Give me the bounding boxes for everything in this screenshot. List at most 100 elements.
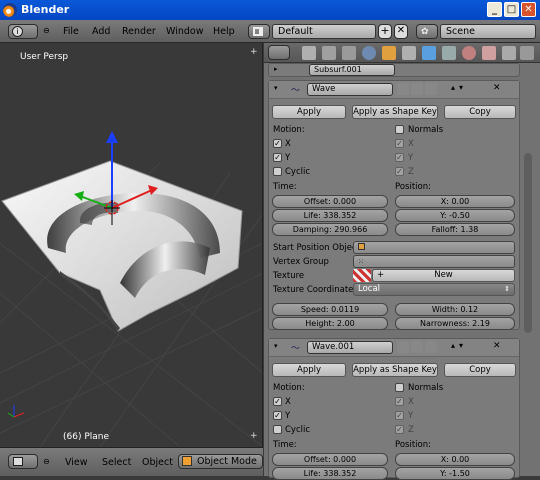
blender-logo-icon — [3, 3, 17, 17]
wave001-name-field[interactable]: Wave.001 — [307, 341, 393, 354]
speed-field[interactable]: Speed: 0.0119 — [272, 303, 388, 316]
damping-field[interactable]: Damping: 290.966 — [272, 223, 388, 236]
view-menu[interactable]: View — [65, 457, 88, 468]
normals-label: Normals — [408, 125, 444, 135]
expand-arrow-icon[interactable]: ▸ — [274, 65, 278, 73]
dropdown-arrows-icon: ⇕ — [504, 285, 510, 293]
visibility-toggle-icon[interactable] — [411, 341, 423, 353]
close-button[interactable]: ✕ — [521, 2, 536, 17]
object-tab-icon[interactable] — [382, 46, 396, 60]
move-down-icon[interactable]: ▾ — [459, 341, 463, 350]
world-tab-icon[interactable] — [362, 46, 376, 60]
position-x-field[interactable]: X: 0.00 — [395, 453, 515, 466]
layers-tab-icon[interactable] — [322, 46, 336, 60]
editor-type-button[interactable] — [8, 454, 38, 469]
menu-window[interactable]: Window — [166, 26, 203, 37]
position-y-field[interactable]: Y: -1.50 — [395, 467, 515, 480]
move-up-icon[interactable]: ▴ — [451, 83, 455, 92]
texture-browse-icon[interactable] — [353, 269, 371, 282]
vertex-group-field[interactable]: ⁙ — [353, 255, 515, 268]
collapse-header-icon[interactable]: ⊖ — [43, 457, 50, 466]
remove-layout-icon[interactable]: ✕ — [394, 24, 408, 39]
narrowness-field[interactable]: Narrowness: 2.19 — [395, 317, 515, 330]
apply-shape-key-button[interactable]: Apply as Shape Key — [352, 363, 438, 377]
motion-y-checkbox[interactable]: ✓ — [273, 153, 282, 162]
width-field[interactable]: Width: 0.12 — [395, 303, 515, 316]
normals-y-label: Y — [408, 153, 414, 163]
z-axis-arrow-icon[interactable] — [106, 131, 118, 143]
object-mode-icon — [182, 456, 192, 466]
modifiers-tab-icon[interactable] — [422, 46, 436, 60]
offset-field[interactable]: Offset: 0.000 — [272, 453, 388, 466]
minimize-button[interactable]: _ — [487, 2, 502, 17]
select-menu[interactable]: Select — [102, 457, 131, 468]
material-tab-icon[interactable] — [462, 46, 476, 60]
apply-button[interactable]: Apply — [272, 105, 346, 119]
editmode-toggle-icon[interactable] — [425, 341, 437, 353]
falloff-field[interactable]: Falloff: 1.38 — [395, 223, 515, 236]
collapse-arrow-icon[interactable]: ▾ — [274, 84, 278, 92]
time-label: Time: — [273, 440, 297, 450]
object-menu[interactable]: Object — [142, 457, 173, 468]
layout-name-field[interactable]: Default — [272, 24, 376, 39]
physics-tab-icon[interactable] — [520, 46, 534, 60]
height-field[interactable]: Height: 2.00 — [272, 317, 388, 330]
maximize-button[interactable]: □ — [504, 2, 519, 17]
position-x-field[interactable]: X: 0.00 — [395, 195, 515, 208]
scene-tab-icon[interactable] — [342, 46, 356, 60]
collapse-arrow-icon[interactable]: ▾ — [274, 342, 278, 350]
offset-field[interactable]: Offset: 0.000 — [272, 195, 388, 208]
data-tab-icon[interactable] — [442, 46, 456, 60]
move-down-icon[interactable]: ▾ — [459, 83, 463, 92]
properties-scrollbar[interactable] — [524, 153, 532, 333]
cyclic-checkbox[interactable] — [273, 425, 282, 434]
add-layout-icon[interactable]: + — [378, 24, 392, 39]
wave-name-field[interactable]: Wave — [307, 83, 393, 96]
motion-x-checkbox[interactable]: ✓ — [273, 139, 282, 148]
cyclic-checkbox[interactable] — [273, 167, 282, 176]
render-toggle-icon[interactable] — [397, 83, 409, 95]
copy-button[interactable]: Copy — [444, 105, 516, 119]
wave-modifier-icon: 〜 — [291, 86, 301, 96]
collapse-menu-icon[interactable]: ⊖ — [43, 26, 50, 35]
wave001-modifier-panel: ▾ 〜 Wave.001 ▴ ▾ ✕ Apply Apply as Shape … — [268, 338, 520, 480]
layout-browse-button[interactable] — [248, 24, 270, 39]
life-field[interactable]: Life: 338.352 — [272, 209, 388, 222]
life-field[interactable]: Life: 338.352 — [272, 467, 388, 480]
menu-help[interactable]: Help — [213, 26, 235, 37]
editmode-toggle-icon[interactable] — [425, 83, 437, 95]
render-tab-icon[interactable] — [302, 46, 316, 60]
position-y-field[interactable]: Y: -0.50 — [395, 209, 515, 222]
info-editor-button[interactable]: i — [8, 24, 38, 39]
properties-editor-type-button[interactable] — [268, 45, 290, 60]
menu-render[interactable]: Render — [122, 26, 156, 37]
particles-tab-icon[interactable] — [502, 46, 516, 60]
normals-y-checkbox: ✓ — [395, 153, 404, 162]
render-toggle-icon[interactable] — [397, 341, 409, 353]
vertex-group-label: Vertex Group — [273, 257, 329, 267]
scene-name-field[interactable]: Scene — [440, 24, 536, 39]
start-position-object-field[interactable] — [353, 241, 515, 254]
apply-shape-key-button[interactable]: Apply as Shape Key — [352, 105, 438, 119]
normals-checkbox[interactable] — [395, 125, 404, 134]
remove-modifier-icon[interactable]: ✕ — [493, 83, 501, 93]
constraints-tab-icon[interactable] — [402, 46, 416, 60]
mode-dropdown[interactable]: Object Mode — [178, 454, 263, 469]
texture-new-button[interactable]: + New — [372, 269, 515, 282]
copy-button[interactable]: Copy — [444, 363, 516, 377]
texture-tab-icon[interactable] — [482, 46, 496, 60]
remove-modifier-icon[interactable]: ✕ — [493, 341, 501, 351]
menu-file[interactable]: File — [63, 26, 79, 37]
apply-button[interactable]: Apply — [272, 363, 346, 377]
3d-viewport[interactable]: User Persp + + (66) Plane — [0, 43, 263, 447]
scene-browse-button[interactable]: ✿ — [416, 24, 438, 39]
visibility-toggle-icon[interactable] — [411, 83, 423, 95]
motion-y-checkbox[interactable]: ✓ — [273, 411, 282, 420]
plus-icon: + — [377, 270, 385, 280]
menu-add[interactable]: Add — [92, 26, 110, 37]
texture-coordinates-dropdown[interactable]: Local ⇕ — [353, 283, 515, 296]
normals-checkbox[interactable] — [395, 383, 404, 392]
move-up-icon[interactable]: ▴ — [451, 341, 455, 350]
motion-x-checkbox[interactable]: ✓ — [273, 397, 282, 406]
subsurf-name-field[interactable]: Subsurf.001 — [309, 64, 395, 76]
